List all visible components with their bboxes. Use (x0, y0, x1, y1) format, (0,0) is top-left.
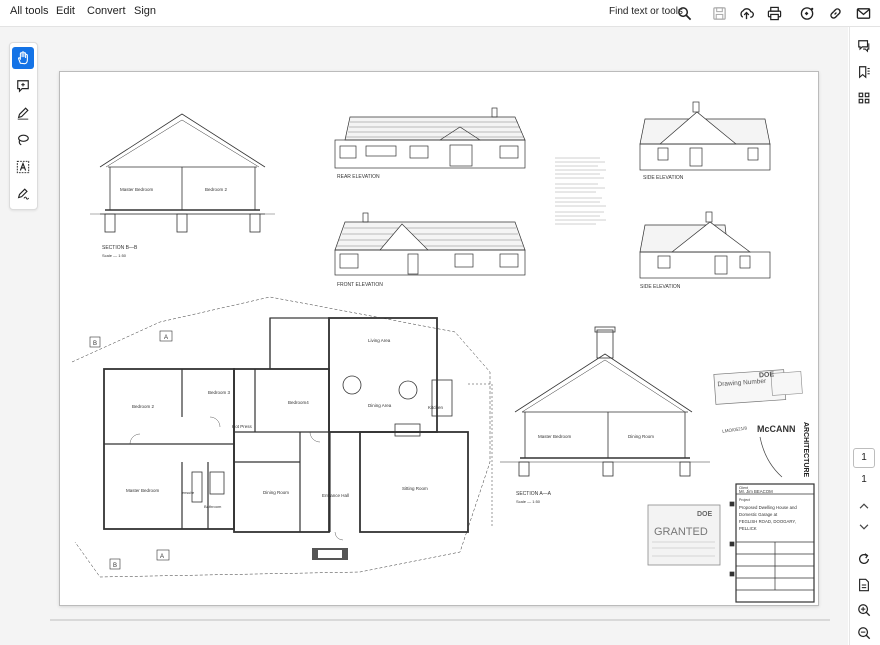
quick-tools-rail (9, 42, 38, 210)
room-label-bedroom-4: Bedroom4 (288, 400, 309, 405)
room-label-bathroom: Bathroom (204, 504, 222, 509)
refresh-icon[interactable] (854, 549, 874, 569)
notes-block (555, 157, 606, 225)
rear-elevation-title: REAR ELEVATION (337, 174, 380, 180)
front-elevation-drawing (334, 212, 526, 276)
upload-icon[interactable] (736, 3, 756, 23)
title-block-project-line: FEGLISH ROAD, DOOGARY, (739, 519, 796, 524)
menu-edit[interactable]: Edit (56, 5, 75, 17)
section-marker-a: A (160, 554, 164, 560)
section-markers (89, 330, 173, 570)
architectural-drawing: Master Bedroom Bedroom 2 SECTION B—B Sca… (71, 101, 815, 603)
front-elevation-title: FRONT ELEVATION (337, 282, 383, 288)
lasso-icon[interactable] (12, 129, 34, 151)
find-tools-button[interactable]: Find text or tools (609, 6, 683, 17)
extract-page-icon[interactable] (854, 575, 874, 595)
top-toolbar: All tools Edit Convert Sign Find text or… (0, 0, 880, 27)
hand-icon[interactable] (12, 47, 34, 69)
section-marker-b: B (93, 341, 97, 347)
room-label-dining-area: Dining Area (368, 403, 392, 408)
menu-all-tools[interactable]: All tools (10, 5, 49, 17)
section-marker-a: A (164, 335, 168, 341)
side-elevation-2-drawing (639, 211, 771, 279)
side-elevation-1-title: SIDE ELEVATION (643, 175, 684, 181)
room-label-master-bedroom: Master Bedroom (126, 488, 160, 493)
room-label-bedroom-2: Bedroom 2 (132, 404, 155, 409)
room-label-living-area: Living Area (368, 338, 391, 343)
title-block-client: Mr. Jim BEACOM (739, 489, 773, 494)
room-label-ensuite: ensuite (182, 491, 194, 495)
room-label-kitchen: Kitchen (428, 405, 444, 410)
title-block-project-line: PELLICK (739, 526, 757, 531)
pen-icon[interactable] (12, 102, 34, 124)
section-aa-title: SECTION A—A (516, 491, 552, 497)
doe-stamp-text: DOE (697, 511, 713, 518)
rear-elevation-drawing (334, 107, 526, 169)
section-aa-drawing (500, 326, 710, 477)
architecture-text: ARCHITECTURE (802, 422, 809, 478)
section-bb-room-label: Master Bedroom (120, 187, 154, 192)
ai-assistant-icon[interactable] (797, 3, 817, 23)
section-bb-scale: Scale — 1:50 (102, 253, 127, 258)
comment-icon[interactable] (12, 75, 34, 97)
section-bb-title: SECTION B—B (102, 245, 138, 251)
section-aa-scale: Scale — 1:50 (516, 499, 541, 504)
horizontal-scrollbar[interactable] (50, 619, 830, 621)
zoom-in-icon[interactable] (854, 600, 874, 620)
print-icon[interactable] (764, 3, 784, 23)
side-elevation-1-drawing (639, 101, 771, 171)
granted-stamp-text: GRANTED (654, 526, 708, 538)
search-icon[interactable] (674, 3, 694, 23)
side-elevation-2-title: SIDE ELEVATION (640, 284, 681, 290)
page-number-input[interactable]: 1 (853, 448, 875, 468)
mccann-logo-text: McCANN (757, 424, 796, 434)
title-block-project-line: Domestic Garage at (739, 512, 778, 517)
document-page[interactable]: Master Bedroom Bedroom 2 SECTION B—B Sca… (59, 71, 819, 606)
zoom-out-icon[interactable] (854, 623, 874, 643)
chevron-up-icon[interactable] (854, 496, 874, 516)
save-icon[interactable] (709, 3, 729, 23)
page-total: 1 (861, 474, 867, 485)
room-label-sitting-room: Sitting Room (402, 486, 428, 491)
chevron-down-icon[interactable] (854, 517, 874, 537)
mail-icon[interactable] (853, 3, 873, 23)
section-aa-room-label: Dining Room (628, 434, 654, 439)
title-block-project-line: Proposed Dwelling House and (739, 505, 797, 510)
text-select-icon[interactable] (12, 156, 34, 178)
section-bb-room-label: Bedroom 2 (205, 187, 228, 192)
section-marker-b: B (113, 563, 117, 569)
title-block-project-label: Project (739, 498, 750, 502)
comments-icon[interactable] (854, 36, 874, 56)
bookmarks-icon[interactable] (854, 62, 874, 82)
thumbnails-icon[interactable] (854, 88, 874, 108)
signature-icon[interactable] (12, 183, 34, 205)
section-aa-room-label: Master Bedroom (538, 434, 572, 439)
room-label-hot-press: Hot Press (232, 424, 253, 429)
section-bb-drawing (90, 113, 275, 233)
room-label-entrance-hall: Entrance Hall (322, 493, 349, 498)
logo-swoosh (759, 436, 783, 478)
floor-plan-drawing (71, 296, 493, 578)
doe-stamp-text: DOE (759, 371, 775, 379)
link-icon[interactable] (825, 3, 845, 23)
reference-number: LMO/0521/8 (722, 425, 748, 433)
room-label-bedroom-3: Bedroom 3 (208, 390, 231, 395)
menu-sign[interactable]: Sign (134, 5, 156, 17)
room-label-dining-room: Dining Room (263, 490, 289, 495)
menu-convert[interactable]: Convert (87, 5, 126, 17)
